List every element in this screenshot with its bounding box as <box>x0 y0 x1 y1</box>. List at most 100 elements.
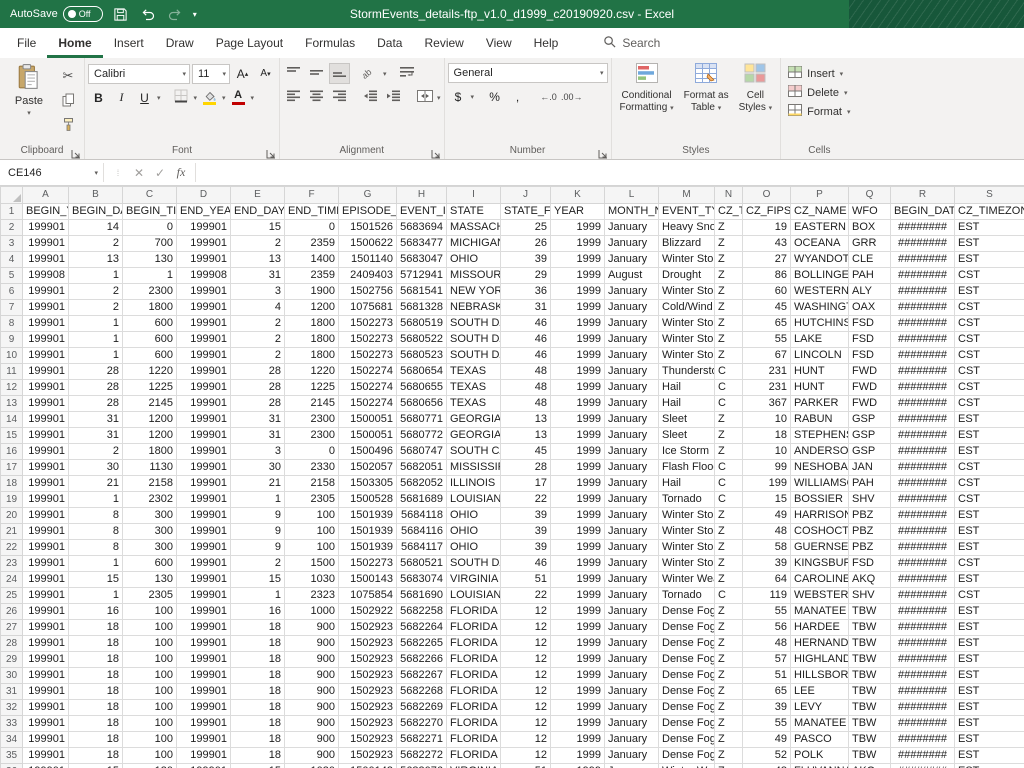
column-header-L[interactable]: L <box>604 186 659 204</box>
cell-C22[interactable]: 300 <box>122 539 177 556</box>
cell-L10[interactable]: January <box>604 347 659 364</box>
cell-I23[interactable]: SOUTH DAKOTA <box>446 555 501 572</box>
cell-H1[interactable]: EVENT_ID <box>396 203 447 220</box>
cell-E23[interactable]: 2 <box>230 555 285 572</box>
cell-N23[interactable]: Z <box>714 555 743 572</box>
cell-H26[interactable]: 5682258 <box>396 603 447 620</box>
cell-D19[interactable]: 199901 <box>176 491 231 508</box>
cell-C31[interactable]: 100 <box>122 683 177 700</box>
cell-F3[interactable]: 2359 <box>284 235 339 252</box>
cell-Q36[interactable]: AKQ <box>848 763 891 768</box>
cell-L7[interactable]: January <box>604 299 659 316</box>
cell-C23[interactable]: 600 <box>122 555 177 572</box>
cell-G26[interactable]: 1502922 <box>338 603 397 620</box>
cell-P12[interactable]: HUNT <box>790 379 849 396</box>
cell-B20[interactable]: 8 <box>68 507 123 524</box>
cancel-entry-icon[interactable]: ✕ <box>129 166 149 180</box>
cell-C34[interactable]: 100 <box>122 731 177 748</box>
cell-E30[interactable]: 18 <box>230 667 285 684</box>
underline-button[interactable]: U <box>134 87 155 108</box>
cell-F6[interactable]: 1900 <box>284 283 339 300</box>
column-header-Q[interactable]: Q <box>848 186 891 204</box>
cell-I36[interactable]: VIRGINIA <box>446 763 501 768</box>
cell-L3[interactable]: January <box>604 235 659 252</box>
cell-H13[interactable]: 5680656 <box>396 395 447 412</box>
cell-D11[interactable]: 199901 <box>176 363 231 380</box>
cell-J31[interactable]: 12 <box>500 683 551 700</box>
cell-G35[interactable]: 1502923 <box>338 747 397 764</box>
row-header-20[interactable]: 20 <box>0 507 23 524</box>
cell-L6[interactable]: January <box>604 283 659 300</box>
cell-G2[interactable]: 1501526 <box>338 219 397 236</box>
cell-H7[interactable]: 5681328 <box>396 299 447 316</box>
cell-N13[interactable]: C <box>714 395 743 412</box>
cell-N1[interactable]: CZ_TYPE <box>714 203 743 220</box>
cell-I4[interactable]: OHIO <box>446 251 501 268</box>
column-header-F[interactable]: F <box>284 186 339 204</box>
cell-G12[interactable]: 1502274 <box>338 379 397 396</box>
cell-S8[interactable]: CST <box>954 315 1024 332</box>
cell-C7[interactable]: 1800 <box>122 299 177 316</box>
cell-L30[interactable]: January <box>604 667 659 684</box>
cell-S10[interactable]: CST <box>954 347 1024 364</box>
cell-S16[interactable]: EST <box>954 443 1024 460</box>
cell-K19[interactable]: 1999 <box>550 491 605 508</box>
cell-A12[interactable]: 199901 <box>22 379 69 396</box>
cell-B11[interactable]: 28 <box>68 363 123 380</box>
cell-J23[interactable]: 46 <box>500 555 551 572</box>
cell-I31[interactable]: FLORIDA <box>446 683 501 700</box>
cell-M16[interactable]: Ice Storm <box>658 443 715 460</box>
cell-R13[interactable]: ######## <box>890 395 955 412</box>
cell-R12[interactable]: ######## <box>890 379 955 396</box>
cell-B29[interactable]: 18 <box>68 651 123 668</box>
top-align-button[interactable] <box>283 63 304 84</box>
cell-Q30[interactable]: TBW <box>848 667 891 684</box>
cell-J16[interactable]: 45 <box>500 443 551 460</box>
font-dialog-launcher-icon[interactable] <box>266 146 277 159</box>
cell-I20[interactable]: OHIO <box>446 507 501 524</box>
cell-A7[interactable]: 199901 <box>22 299 69 316</box>
cell-N5[interactable]: Z <box>714 267 743 284</box>
cell-K22[interactable]: 1999 <box>550 539 605 556</box>
cell-I8[interactable]: SOUTH DAKOTA <box>446 315 501 332</box>
cell-D26[interactable]: 199901 <box>176 603 231 620</box>
cell-I17[interactable]: MISSISSIPPI <box>446 459 501 476</box>
cell-G36[interactable]: 1500143 <box>338 763 397 768</box>
cell-P13[interactable]: PARKER <box>790 395 849 412</box>
cell-N3[interactable]: Z <box>714 235 743 252</box>
cell-J17[interactable]: 28 <box>500 459 551 476</box>
percent-style-button[interactable]: % <box>484 86 505 107</box>
customize-toolbar-caret-icon[interactable]: ▾ <box>193 10 197 19</box>
cell-N33[interactable]: Z <box>714 715 743 732</box>
cell-I25[interactable]: LOUISIANA <box>446 587 501 604</box>
name-box[interactable]: CE146 ▾ <box>0 160 103 185</box>
cell-K2[interactable]: 1999 <box>550 219 605 236</box>
cell-R35[interactable]: ######## <box>890 747 955 764</box>
cell-D16[interactable]: 199901 <box>176 443 231 460</box>
cell-A16[interactable]: 199901 <box>22 443 69 460</box>
cell-G17[interactable]: 1502057 <box>338 459 397 476</box>
alignment-dialog-launcher-icon[interactable] <box>431 146 442 159</box>
cell-M21[interactable]: Winter Storm <box>658 523 715 540</box>
cell-H14[interactable]: 5680771 <box>396 411 447 428</box>
cell-L25[interactable]: January <box>604 587 659 604</box>
cell-C26[interactable]: 100 <box>122 603 177 620</box>
cell-K17[interactable]: 1999 <box>550 459 605 476</box>
cell-O8[interactable]: 65 <box>742 315 791 332</box>
cell-E36[interactable]: 15 <box>230 763 285 768</box>
cell-A21[interactable]: 199901 <box>22 523 69 540</box>
cell-S34[interactable]: EST <box>954 731 1024 748</box>
cell-P15[interactable]: STEPHENS <box>790 427 849 444</box>
cell-J5[interactable]: 29 <box>500 267 551 284</box>
cell-H12[interactable]: 5680655 <box>396 379 447 396</box>
cell-H4[interactable]: 5683047 <box>396 251 447 268</box>
cell-H24[interactable]: 5683074 <box>396 571 447 588</box>
cell-A3[interactable]: 199901 <box>22 235 69 252</box>
cell-L9[interactable]: January <box>604 331 659 348</box>
cell-O1[interactable]: CZ_FIPS <box>742 203 791 220</box>
cell-K3[interactable]: 1999 <box>550 235 605 252</box>
cell-K25[interactable]: 1999 <box>550 587 605 604</box>
cell-A29[interactable]: 199901 <box>22 651 69 668</box>
cell-C6[interactable]: 2300 <box>122 283 177 300</box>
cell-G15[interactable]: 1500051 <box>338 427 397 444</box>
